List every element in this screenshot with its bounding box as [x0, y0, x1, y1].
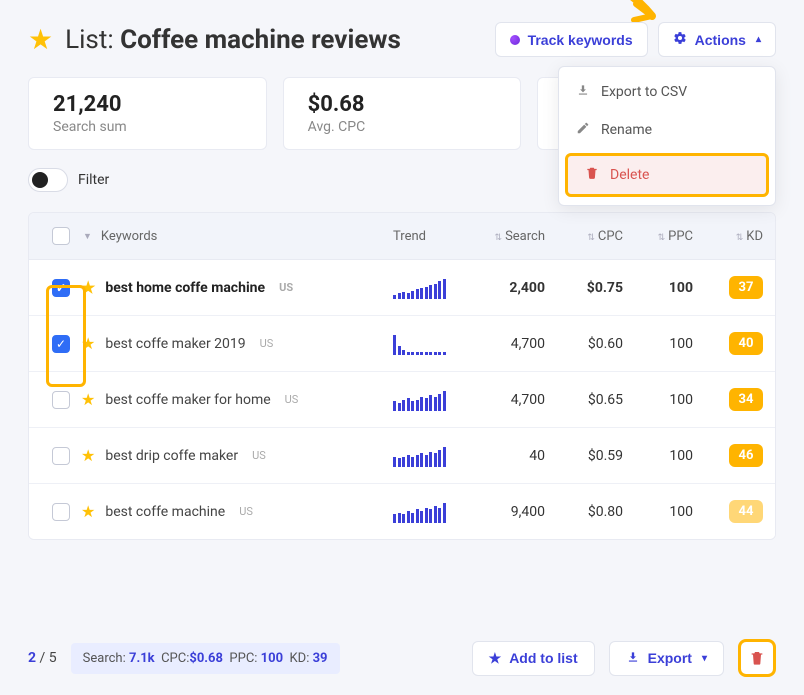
cell-ppc: 100 — [623, 448, 693, 464]
table-row: ★ best coffe maker for home US 4,700$0.6510… — [29, 372, 775, 428]
keyword-region: US — [260, 337, 274, 350]
cell-kd: 37 — [693, 276, 763, 299]
gear-icon — [673, 31, 687, 48]
star-icon[interactable]: ★ — [81, 278, 95, 297]
column-kd[interactable]: ⇅KD — [693, 229, 763, 244]
trend-sparkline — [393, 333, 465, 355]
cell-ppc: 100 — [623, 336, 693, 352]
pencil-icon — [575, 121, 591, 139]
actions-dropdown: Export to CSV Rename Delete — [558, 66, 776, 206]
cell-kd: 40 — [693, 332, 763, 355]
column-trend[interactable]: Trend — [393, 229, 465, 244]
row-checkbox[interactable]: ✓ — [52, 335, 70, 353]
trend-sparkline — [393, 389, 465, 411]
keywords-table: ▼ Keywords Trend ⇅Search ⇅CPC ⇅PPC ⇅KD ✓… — [28, 212, 776, 540]
cell-cpc: $0.80 — [545, 504, 623, 520]
stat-avg-cpc: $0.68 Avg. CPC — [283, 77, 522, 150]
column-cpc[interactable]: ⇅CPC — [545, 229, 623, 244]
trend-sparkline — [393, 445, 465, 467]
cell-search: 40 — [465, 448, 545, 464]
column-search[interactable]: ⇅Search — [465, 229, 545, 244]
sort-icon: ⇅ — [495, 233, 503, 243]
keyword-region: US — [285, 393, 299, 406]
cell-kd: 34 — [693, 388, 763, 411]
add-to-list-button[interactable]: ★ Add to list — [472, 641, 595, 676]
cell-ppc: 100 — [623, 280, 693, 296]
cell-cpc: $0.75 — [545, 280, 623, 296]
cell-search: 2,400 — [465, 280, 545, 296]
table-row: ★ best drip coffe maker US 40$0.5910046 — [29, 428, 775, 484]
sort-desc-icon: ▼ — [83, 231, 92, 242]
stat-search-sum: 21,240 Search sum — [28, 77, 267, 150]
trend-sparkline — [393, 501, 465, 523]
sort-icon: ⇅ — [736, 233, 744, 243]
keyword-region: US — [239, 505, 253, 518]
selection-count: 2 / 5 — [28, 650, 57, 666]
sort-icon: ⇅ — [587, 233, 595, 243]
row-checkbox[interactable] — [52, 503, 70, 521]
star-icon[interactable]: ★ — [81, 502, 95, 521]
page-title: List: Coffee machine reviews — [65, 25, 401, 55]
download-icon — [575, 83, 591, 101]
trash-icon — [584, 166, 600, 184]
keyword-text[interactable]: best coffe maker for home — [105, 392, 270, 408]
cell-cpc: $0.65 — [545, 392, 623, 408]
cell-kd: 44 — [693, 500, 763, 523]
chevron-down-icon: ▾ — [702, 653, 707, 664]
star-icon: ★ — [489, 650, 502, 667]
menu-rename[interactable]: Rename — [559, 111, 775, 149]
cell-cpc: $0.60 — [545, 336, 623, 352]
column-keywords[interactable]: ▼ Keywords — [81, 229, 393, 244]
cell-ppc: 100 — [623, 392, 693, 408]
row-checkbox[interactable] — [52, 391, 70, 409]
keyword-text[interactable]: best home coffe machine — [105, 280, 265, 296]
menu-export-csv[interactable]: Export to CSV — [559, 73, 775, 111]
keyword-text[interactable]: best coffe maker 2019 — [105, 336, 245, 352]
row-checkbox[interactable]: ✓ — [52, 279, 70, 297]
chevron-up-icon: ▴ — [756, 34, 761, 45]
table-row: ✓ ★ best home coffe machine US 2,400$0.75100… — [29, 260, 775, 316]
table-row: ✓ ★ best coffe maker 2019 US 4,700$0.6010040 — [29, 316, 775, 372]
table-header: ▼ Keywords Trend ⇅Search ⇅CPC ⇅PPC ⇅KD — [29, 213, 775, 260]
cell-search: 9,400 — [465, 504, 545, 520]
list-star-icon: ★ — [28, 23, 53, 56]
menu-delete[interactable]: Delete — [565, 153, 769, 197]
star-icon[interactable]: ★ — [81, 446, 95, 465]
track-keywords-button[interactable]: Track keywords — [495, 22, 648, 57]
track-dot-icon — [510, 35, 520, 45]
keyword-text[interactable]: best drip coffe maker — [105, 448, 238, 464]
trash-icon — [749, 650, 765, 666]
delete-selected-button[interactable] — [738, 639, 776, 677]
selection-summary: Search: 7.1k CPC:$0.68 PPC: 100 KD: 39 — [71, 643, 340, 674]
cell-kd: 46 — [693, 444, 763, 467]
cell-ppc: 100 — [623, 504, 693, 520]
download-icon — [626, 650, 640, 667]
keyword-region: US — [252, 449, 266, 462]
star-icon[interactable]: ★ — [81, 390, 95, 409]
star-icon[interactable]: ★ — [81, 334, 95, 353]
cell-search: 4,700 — [465, 336, 545, 352]
actions-button[interactable]: Actions ▴ — [658, 22, 776, 57]
keyword-region: US — [279, 281, 293, 294]
sort-icon: ⇅ — [658, 233, 666, 243]
select-all-checkbox[interactable] — [52, 227, 70, 245]
column-ppc[interactable]: ⇅PPC — [623, 229, 693, 244]
filter-label: Filter — [78, 172, 109, 188]
cell-cpc: $0.59 — [545, 448, 623, 464]
table-row: ★ best coffe machine US 9,400$0.8010044 — [29, 484, 775, 539]
trend-sparkline — [393, 277, 465, 299]
row-checkbox[interactable] — [52, 447, 70, 465]
cell-search: 4,700 — [465, 392, 545, 408]
export-button[interactable]: Export ▾ — [609, 641, 724, 676]
keyword-text[interactable]: best coffe machine — [105, 504, 225, 520]
filter-toggle[interactable] — [28, 168, 68, 192]
